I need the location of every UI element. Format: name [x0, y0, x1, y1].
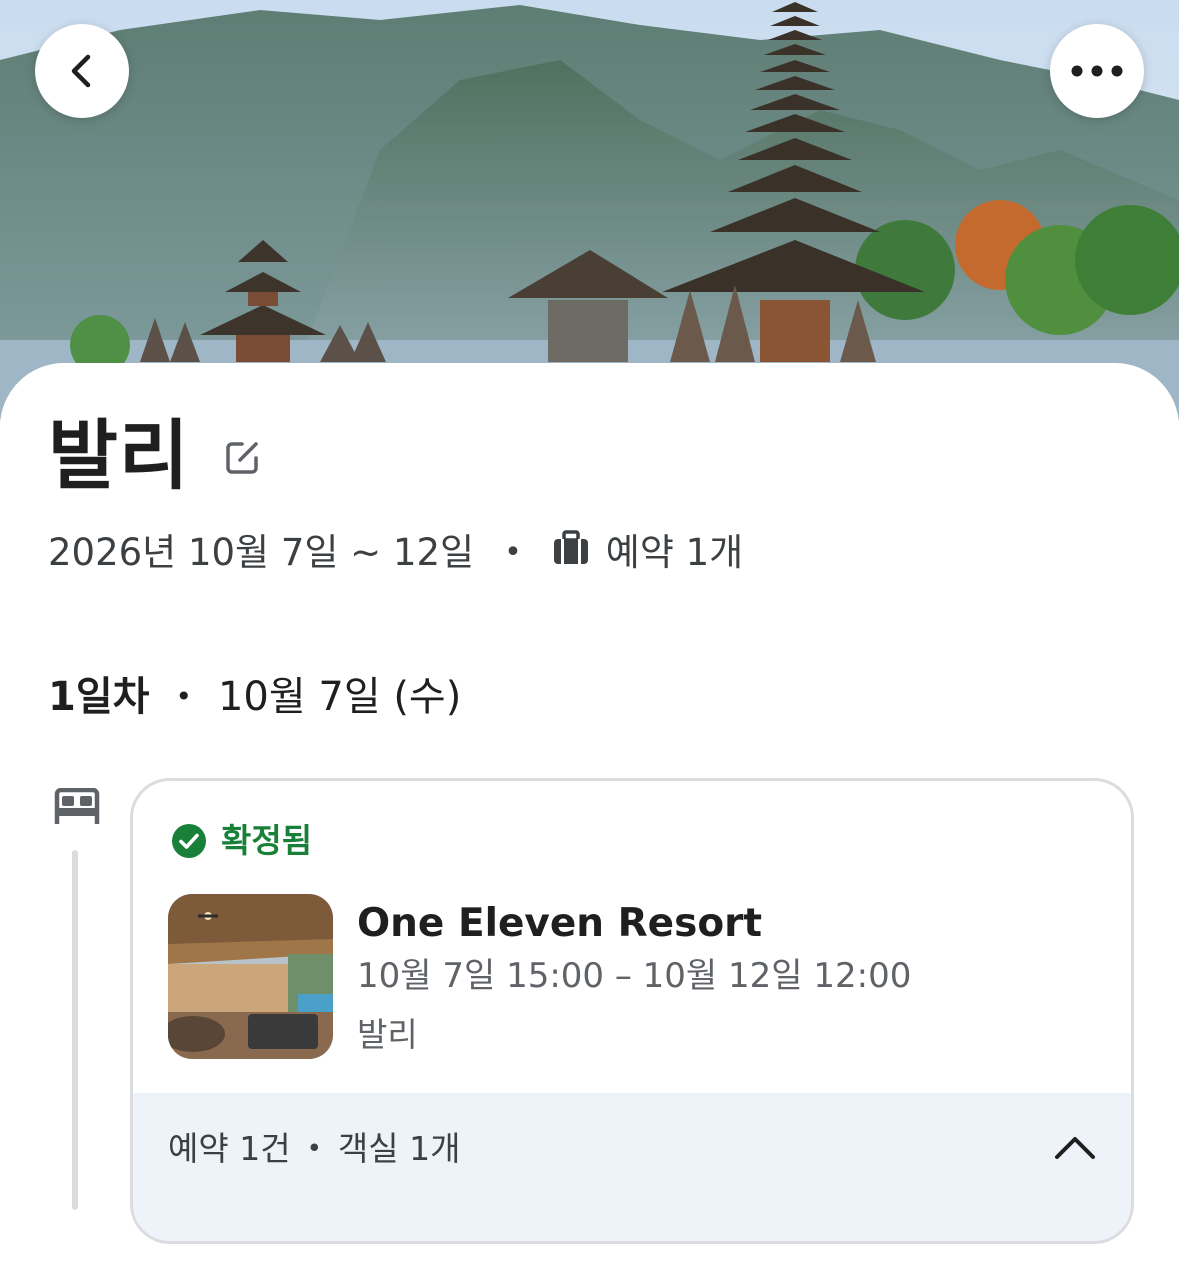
booking-count: 예약 1개 — [605, 531, 744, 574]
edit-icon[interactable] — [222, 438, 262, 482]
footer-rooms: 객실 1개 — [337, 1129, 461, 1168]
back-button[interactable] — [35, 24, 129, 118]
reservation-card[interactable]: 확정됨 One Eleven Resort 10월 7일 15:00 – 10월… — [130, 778, 1134, 1244]
day-label: 1일차 — [48, 674, 150, 720]
day-separator: • — [175, 680, 192, 713]
status-badge: 확정됨 — [221, 821, 313, 860]
timeline-line — [72, 850, 78, 1210]
bali-temple-photo — [0, 0, 1179, 420]
bed-icon — [52, 787, 102, 832]
chevron-up-icon[interactable] — [1053, 1133, 1097, 1163]
trip-title: 발리 — [48, 411, 190, 500]
check-circle-icon — [172, 824, 206, 858]
more-horizontal-icon — [1071, 65, 1123, 77]
day-date: 10월 7일 (수) — [217, 674, 462, 720]
trip-title-row: 발리 — [48, 410, 262, 502]
footer-bookings: 예약 1건 — [168, 1129, 291, 1168]
trip-date-range: 2026년 10월 7일 ~ 12일 — [48, 531, 475, 574]
chevron-left-icon — [71, 54, 91, 88]
hotel-name[interactable]: One Eleven Resort — [357, 899, 762, 949]
day-header: 1일차 • 10월 7일 (수) — [48, 670, 461, 724]
trip-meta: 2026년 10월 7일 ~ 12일 • 예약 1개 — [48, 526, 743, 580]
more-options-button[interactable] — [1050, 24, 1144, 118]
stay-dates: 10월 7일 15:00 – 10월 12일 12:00 — [357, 956, 912, 996]
reservation-footer[interactable]: 예약 1건 • 객실 1개 — [133, 1093, 1131, 1241]
footer-separator: • — [306, 1134, 322, 1164]
hotel-thumbnail — [168, 894, 333, 1059]
meta-separator: • — [504, 535, 522, 570]
hotel-location: 발리 — [357, 1015, 418, 1054]
suitcase-icon — [552, 528, 590, 580]
footer-summary: 예약 1건 • 객실 1개 — [168, 1127, 461, 1171]
hero-image — [0, 0, 1179, 420]
status-row: 확정됨 — [171, 819, 312, 863]
